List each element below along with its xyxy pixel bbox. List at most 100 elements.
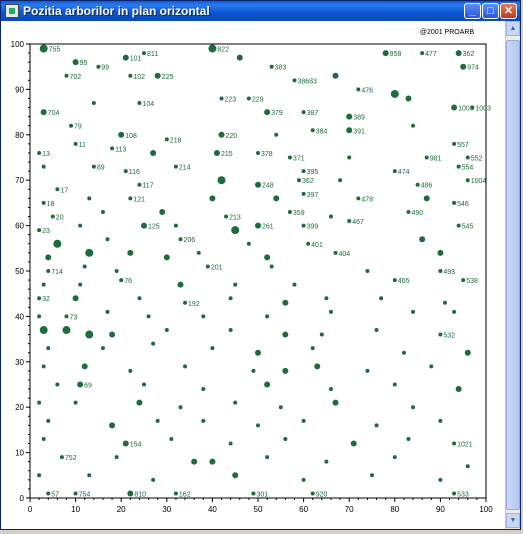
- tree-point: [177, 281, 184, 288]
- tree-point: [251, 491, 256, 496]
- tree-point: [328, 309, 333, 314]
- tree-label: 76: [124, 278, 132, 285]
- tree-point: [41, 436, 46, 441]
- tree-point: [151, 477, 156, 482]
- x-tick-label: 80: [390, 505, 399, 514]
- tree-label: 486: [421, 183, 433, 190]
- tree-point: [40, 109, 47, 116]
- tree-label: 38683: [297, 78, 317, 85]
- tree-label: 229: [252, 96, 264, 103]
- close-button[interactable]: ✕: [500, 3, 517, 19]
- tree-point: [382, 50, 389, 57]
- tree-point: [452, 141, 457, 146]
- tree-point: [347, 219, 352, 224]
- tree-point: [278, 405, 283, 410]
- tree-point: [406, 209, 411, 214]
- x-tick-label: 10: [71, 505, 80, 514]
- tree-label: 13: [42, 151, 50, 158]
- tree-point: [142, 51, 146, 56]
- tree-point: [406, 436, 411, 441]
- tree-position-plot: @2001 PROARB 0 10 20 30 40 50 60 70 80 90 100 0 10 20…: [11, 29, 494, 514]
- tree-point: [46, 491, 51, 496]
- y-tick-label: 100: [11, 40, 25, 49]
- tree-point: [255, 181, 261, 188]
- tree-point: [137, 101, 142, 106]
- tree-point: [301, 223, 306, 228]
- maximize-button[interactable]: □: [482, 3, 499, 19]
- tree-label: 545: [462, 224, 474, 231]
- tree-label: 359: [293, 210, 305, 217]
- tree-point: [114, 269, 119, 273]
- tree-point: [328, 387, 333, 392]
- tree-point: [119, 278, 124, 283]
- x-tick-label: 50: [254, 505, 263, 514]
- tree-label: 554: [462, 165, 474, 172]
- x-tick-label: 70: [345, 505, 354, 514]
- tree-label: 546: [457, 201, 469, 208]
- tree-label: 397: [307, 192, 319, 199]
- tree-point: [137, 182, 142, 187]
- y-tick-label: 10: [15, 449, 24, 458]
- x-tick-label: 0: [28, 505, 33, 514]
- scroll-thumb[interactable]: [506, 40, 520, 510]
- tree-point: [306, 241, 311, 246]
- close-icon: ✕: [503, 5, 514, 17]
- tree-point: [208, 44, 217, 53]
- y-tick-label: 0: [20, 494, 25, 503]
- tree-point: [411, 309, 416, 314]
- tree-point: [72, 59, 79, 66]
- tree-label: 557: [457, 142, 469, 149]
- tree-label: 206: [183, 237, 195, 244]
- window-title: Pozitia arborilor in plan orizontal: [23, 4, 210, 18]
- tree-label: 822: [217, 47, 229, 54]
- tree-point: [265, 455, 270, 460]
- vertical-scrollbar[interactable]: ▲ ▼: [505, 21, 520, 529]
- tree-point: [411, 405, 416, 410]
- tree-point: [324, 459, 329, 464]
- plot-frame: [29, 43, 487, 499]
- tree-point: [150, 149, 157, 156]
- x-tick-label: 30: [162, 505, 171, 514]
- tree-point: [213, 149, 220, 156]
- title-bar[interactable]: Pozitia arborilor in plan orizontal _ □ …: [1, 1, 520, 21]
- tree-point: [122, 440, 129, 447]
- tree-point: [91, 101, 96, 106]
- tree-label: 79: [74, 124, 82, 131]
- tree-label: 223: [225, 96, 237, 103]
- tree-point: [301, 418, 306, 423]
- tree-point: [201, 314, 206, 319]
- tree-point: [297, 178, 302, 183]
- scroll-up-button[interactable]: ▲: [506, 21, 520, 36]
- tree-point: [392, 169, 397, 174]
- tree-label: 261: [262, 224, 274, 231]
- tree-point: [53, 239, 62, 248]
- tree-point: [415, 182, 420, 187]
- tree-point: [452, 441, 457, 446]
- tree-point: [264, 109, 271, 116]
- tree-point: [338, 178, 343, 183]
- minimize-button[interactable]: _: [464, 3, 481, 19]
- tree-label: 552: [471, 156, 483, 163]
- tree-label: 1004: [471, 178, 487, 185]
- tree-point: [264, 254, 271, 261]
- tree-point: [163, 254, 170, 261]
- tree-point: [205, 264, 210, 269]
- tree-point: [105, 237, 110, 242]
- tree-label: 117: [142, 183, 153, 190]
- tree-point: [77, 381, 84, 388]
- tree-point: [178, 405, 183, 410]
- tree-point: [114, 455, 119, 460]
- tree-label: 714: [51, 269, 63, 276]
- tree-label: 391: [353, 128, 365, 135]
- tree-label: 476: [361, 87, 373, 94]
- tree-label: 810: [134, 491, 146, 498]
- tree-label: 362: [302, 178, 314, 185]
- tree-point: [78, 223, 83, 228]
- scroll-down-button[interactable]: ▼: [506, 513, 520, 528]
- tree-label: 20: [56, 215, 64, 222]
- tree-label: 920: [316, 491, 328, 498]
- tree-label: 755: [49, 47, 61, 54]
- tree-point: [420, 51, 425, 56]
- tree-point: [128, 196, 133, 201]
- tree-point: [173, 491, 178, 496]
